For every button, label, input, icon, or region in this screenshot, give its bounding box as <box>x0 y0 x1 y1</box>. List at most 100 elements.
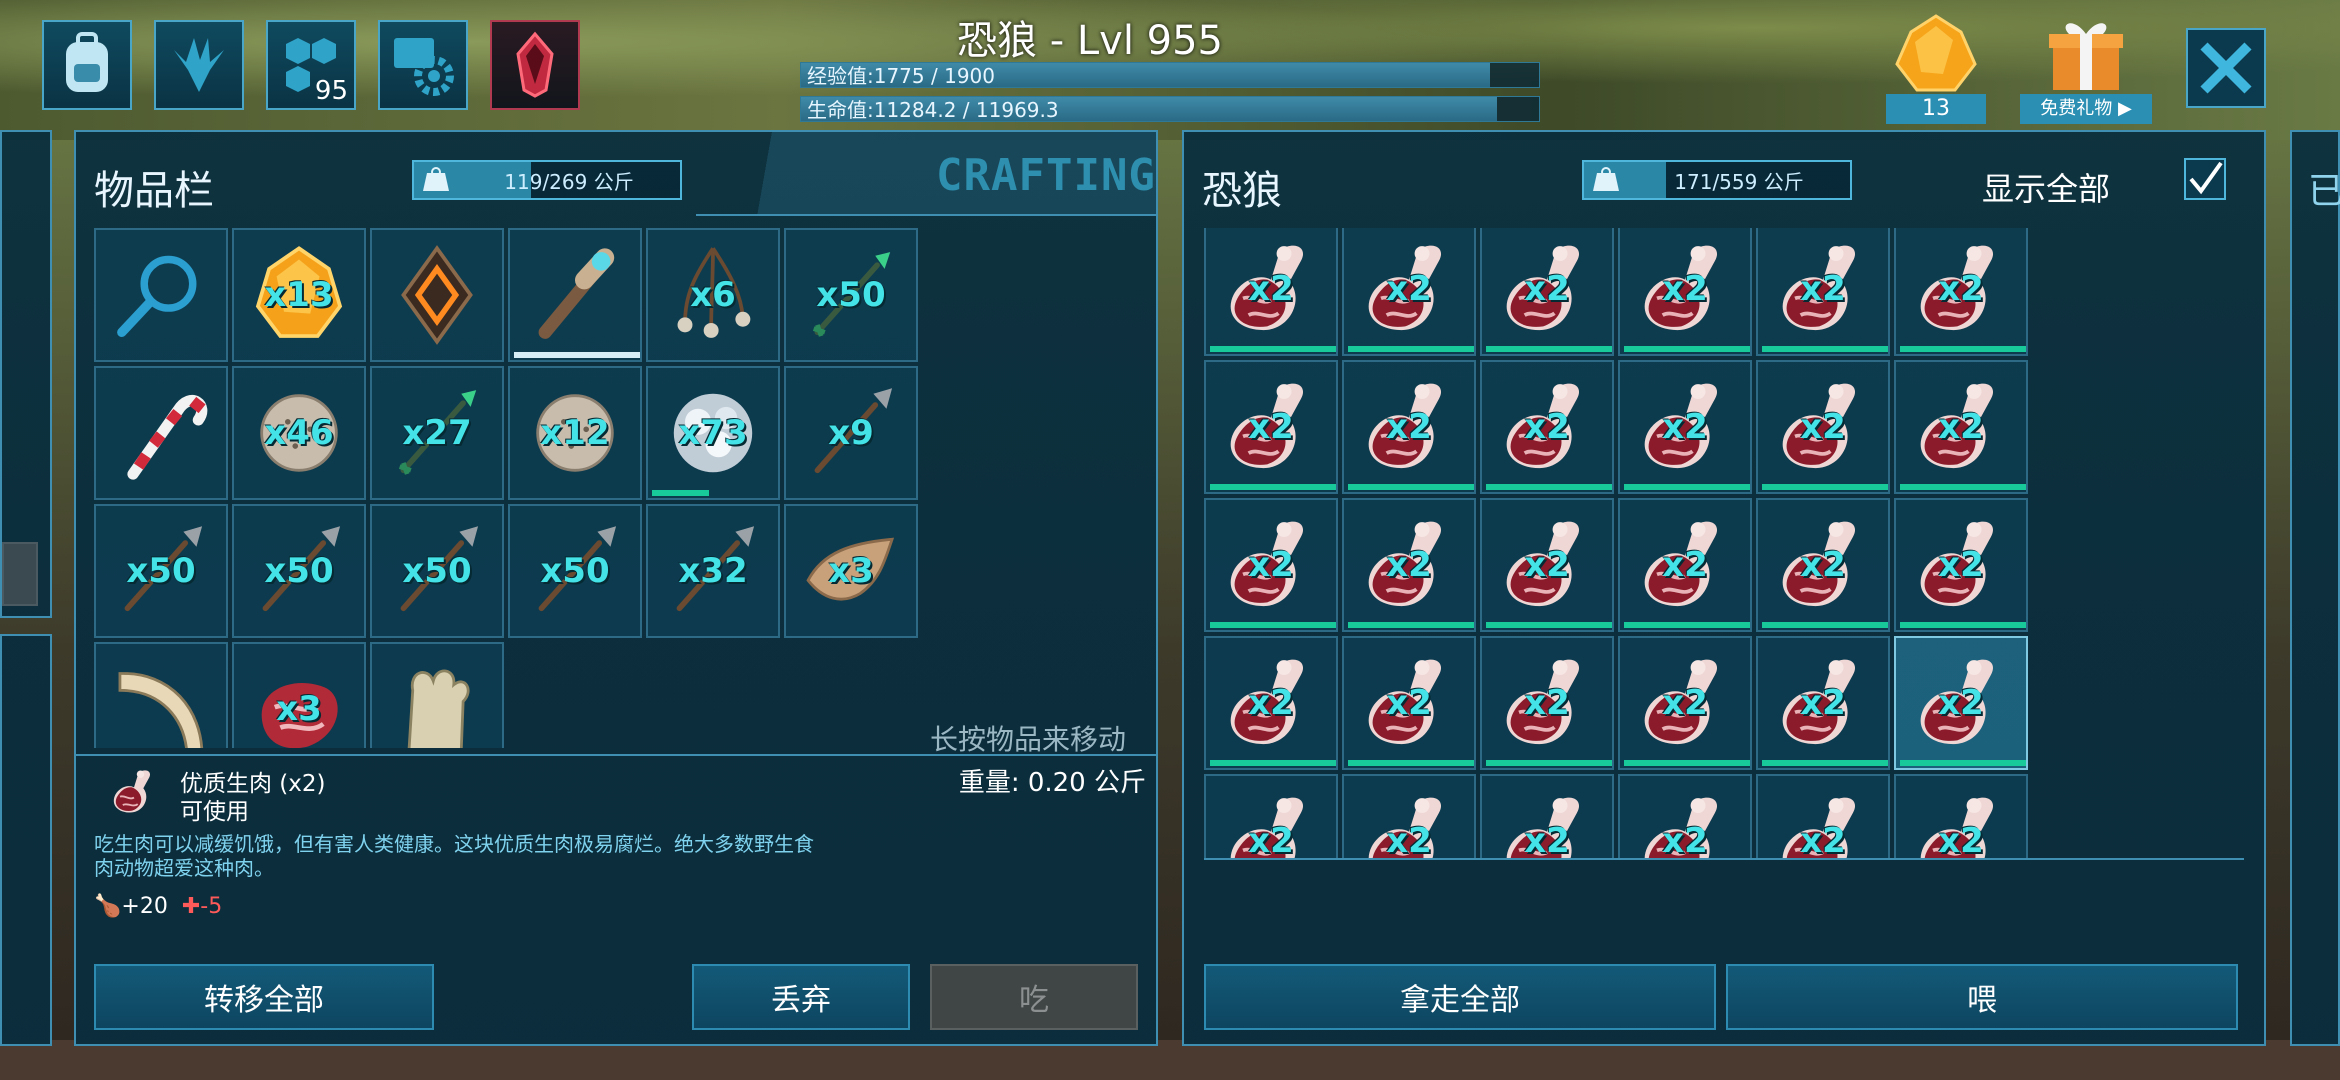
magnifier-icon <box>117 255 197 337</box>
inventory-slot[interactable]: x2 <box>1204 498 1338 632</box>
inventory-slot[interactable]: x50 <box>784 228 918 362</box>
health-stat: ✚-5 <box>181 894 223 919</box>
slot-quantity: x50 <box>126 551 196 591</box>
durability-bar <box>1348 484 1474 490</box>
amber-counter[interactable]: 13 <box>1886 14 1986 124</box>
right-edge-label: 已 <box>2308 171 2340 212</box>
inventory-slot[interactable] <box>94 366 228 500</box>
inventory-slot[interactable]: x2 <box>1894 774 2028 858</box>
durability-bar <box>1486 346 1612 352</box>
inventory-slot[interactable]: x2 <box>1618 498 1752 632</box>
left-edge-tab[interactable] <box>2 542 38 606</box>
crafting-tab[interactable]: CRAFTING <box>696 132 1156 216</box>
settings-tab[interactable] <box>378 20 468 110</box>
inventory-slot[interactable]: x32 <box>646 504 780 638</box>
inventory-slot[interactable] <box>508 228 642 362</box>
engrams-tab[interactable]: 95 <box>266 20 356 110</box>
show-all-checkbox[interactable] <box>2184 158 2226 200</box>
show-all-label: 显示全部 <box>1982 170 2111 208</box>
slot-quantity: x2 <box>1662 821 1708 858</box>
inventory-slot[interactable]: x2 <box>1342 636 1476 770</box>
inventory-slot[interactable]: x50 <box>508 504 642 638</box>
inventory-slot[interactable]: x2 <box>1756 636 1890 770</box>
slot-quantity: x2 <box>1800 683 1846 723</box>
slot-quantity: x2 <box>1524 683 1570 723</box>
weight-icon <box>1584 167 1628 193</box>
durability-bar <box>1762 346 1888 352</box>
eat-button[interactable]: 吃 <box>930 964 1138 1030</box>
inventory-slot[interactable]: x2 <box>1894 228 2028 356</box>
durability-bar <box>1348 346 1474 352</box>
inventory-slot[interactable]: x50 <box>232 504 366 638</box>
inventory-slot[interactable]: x2 <box>1756 360 1890 494</box>
inventory-slot[interactable]: x2 <box>1480 774 1614 858</box>
slot-quantity: x2 <box>1524 407 1570 447</box>
inventory-slot[interactable]: x2 <box>1204 636 1338 770</box>
inventory-slot[interactable] <box>94 228 228 362</box>
health-bar: 生命值:11284.2 / 11969.3 <box>800 96 1540 122</box>
inventory-slot[interactable]: x2 <box>1480 636 1614 770</box>
inventory-panel: 物品栏 119/269 公斤 CRAFTING x13 x6 x50 x46 x27 x1… <box>74 130 1158 1046</box>
inventory-slot[interactable]: x50 <box>94 504 228 638</box>
take-all-button[interactable]: 拿走全部 <box>1204 964 1716 1030</box>
inventory-slot[interactable]: x2 <box>1204 774 1338 858</box>
backpack-tab[interactable] <box>42 20 132 110</box>
inventory-slot[interactable]: x6 <box>646 228 780 362</box>
slot-quantity: x2 <box>1524 269 1570 309</box>
inventory-slot[interactable]: x2 <box>1342 360 1476 494</box>
inventory-slot[interactable]: x2 <box>1342 498 1476 632</box>
transfer-all-button[interactable]: 转移全部 <box>94 964 434 1030</box>
inventory-slot[interactable] <box>370 642 504 748</box>
feed-button[interactable]: 喂 <box>1726 964 2238 1030</box>
inventory-slot[interactable]: x2 <box>1480 498 1614 632</box>
amber-icon <box>1895 14 1977 92</box>
slot-quantity: x50 <box>816 275 886 315</box>
inventory-slot[interactable]: x9 <box>784 366 918 500</box>
inventory-slot[interactable]: x27 <box>370 366 504 500</box>
inventory-slot[interactable]: x2 <box>1480 228 1614 356</box>
inventory-slot[interactable]: x2 <box>1480 360 1614 494</box>
dino-tab[interactable] <box>154 20 244 110</box>
creature-title: 恐狼 - Lvl 955 <box>957 18 1223 64</box>
durability-bar <box>1486 760 1612 766</box>
inventory-slot[interactable]: x2 <box>1204 228 1338 356</box>
durability-bar <box>1762 622 1888 628</box>
inventory-slot[interactable]: x2 <box>1204 360 1338 494</box>
inventory-slot[interactable]: x12 <box>508 366 642 500</box>
inventory-slot[interactable]: x2 <box>1894 360 2028 494</box>
inventory-slot[interactable]: x2 <box>1894 498 2028 632</box>
durability-bar <box>1210 760 1336 766</box>
checkmark-icon <box>2189 161 2223 195</box>
inventory-slot[interactable]: x2 <box>1618 360 1752 494</box>
inventory-slot[interactable] <box>370 228 504 362</box>
close-button[interactable] <box>2186 28 2266 108</box>
inventory-slot[interactable]: x46 <box>232 366 366 500</box>
inventory-slot[interactable]: x2 <box>1342 774 1476 858</box>
inventory-slot[interactable]: x2 <box>1618 228 1752 356</box>
crystal-tab[interactable] <box>490 20 580 110</box>
inventory-slot[interactable]: x2 <box>1756 228 1890 356</box>
detail-stats: 🍗+20 ✚-5 <box>94 894 222 919</box>
inventory-slot[interactable]: x2 <box>1756 498 1890 632</box>
gift-icon <box>2049 23 2123 90</box>
inventory-slot[interactable]: x73 <box>646 366 780 500</box>
slot-quantity: x2 <box>1248 683 1294 723</box>
inventory-slot[interactable] <box>94 642 228 748</box>
dino-footprint-icon <box>174 38 224 92</box>
inventory-slot[interactable]: x3 <box>784 504 918 638</box>
inventory-slot[interactable]: x2 <box>1342 228 1476 356</box>
inventory-slot[interactable]: x2 <box>1756 774 1890 858</box>
inventory-slot[interactable]: x3 <box>232 642 366 748</box>
inventory-slot[interactable]: x2 <box>1894 636 2028 770</box>
free-gift-button[interactable]: 免费礼物 ▶ <box>2020 14 2152 124</box>
durability-bar <box>1900 484 2026 490</box>
slot-quantity: x2 <box>1938 269 1984 309</box>
drop-button[interactable]: 丢弃 <box>692 964 910 1030</box>
inventory-slot[interactable]: x50 <box>370 504 504 638</box>
inventory-slot[interactable]: x13 <box>232 228 366 362</box>
creature-inventory-panel: 恐狼 171/559 公斤 显示全部 x2 x2 x2 x2 x2 x2 x2 x2 x2 x2 x… <box>1182 130 2266 1046</box>
inventory-slot[interactable]: x2 <box>1618 774 1752 858</box>
slot-quantity: x2 <box>1662 407 1708 447</box>
slot-quantity: x2 <box>1386 407 1432 447</box>
inventory-slot[interactable]: x2 <box>1618 636 1752 770</box>
